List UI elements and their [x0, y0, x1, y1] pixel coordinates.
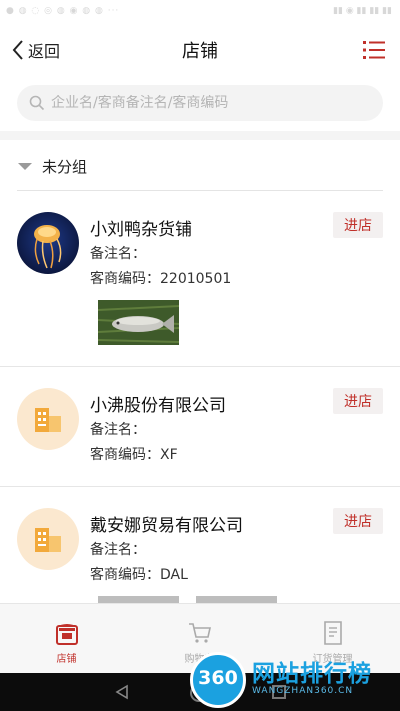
cart-icon — [189, 623, 211, 643]
nav-bar: 返回 店铺 — [0, 24, 400, 76]
jellyfish-image — [17, 212, 79, 274]
store-code: 客商编码：XF — [90, 447, 178, 463]
list-icon — [363, 41, 385, 59]
system-back-icon[interactable] — [114, 684, 130, 700]
store-item[interactable]: 小沸股份有限公司 备注名： 客商编码：XF 进店 — [0, 388, 400, 478]
store-avatar — [17, 212, 79, 274]
store-item[interactable]: 小刘鸭杂货铺 备注名： 客商编码：22010501 进店 — [0, 212, 400, 362]
watermark-number: 360 — [198, 667, 238, 689]
store-avatar — [17, 508, 79, 570]
store-name: 戴安娜贸易有限公司 — [90, 516, 243, 536]
tab-store[interactable]: 店铺 — [0, 604, 133, 674]
status-icons-right: ▮▮ ◉ ▮▮ ▮▮ ▮▮ — [333, 6, 392, 16]
store-name: 小沸股份有限公司 — [90, 396, 226, 416]
store-avatar — [17, 388, 79, 450]
divider — [0, 366, 400, 367]
search-icon — [29, 95, 45, 111]
page-title: 店铺 — [182, 41, 218, 62]
fish-photo — [98, 300, 179, 345]
store-remark: 备注名： — [90, 246, 146, 262]
store-code: 客商编码：DAL — [90, 567, 188, 583]
list-menu-button[interactable] — [362, 38, 386, 62]
watermark-title: 网站排行榜 — [252, 661, 372, 687]
store-remark: 备注名： — [90, 422, 146, 438]
document-icon — [324, 621, 342, 645]
status-icons-left: ● ◍ ◌ ◎ ◍ ◉ ◍ ◍ ··· — [6, 6, 120, 16]
divider — [17, 190, 383, 191]
group-header[interactable]: 未分组 — [0, 141, 400, 191]
tab-label: 店铺 — [56, 654, 77, 665]
building-icon — [35, 528, 61, 552]
store-name: 小刘鸭杂货铺 — [90, 220, 192, 240]
divider — [0, 486, 400, 487]
group-label: 未分组 — [42, 158, 88, 176]
watermark-url: WANGZHAN360.CN — [252, 686, 354, 696]
section-gap — [0, 131, 400, 140]
search-input[interactable] — [51, 95, 351, 111]
store-item[interactable]: 戴安娜贸易有限公司 备注名： 客商编码：DAL 进店 — [0, 508, 400, 616]
enter-store-button[interactable]: 进店 — [333, 212, 383, 238]
status-bar: ● ◍ ◌ ◎ ◍ ◉ ◍ ◍ ··· ▮▮ ◉ ▮▮ ▮▮ ▮▮ — [0, 0, 400, 24]
building-icon — [35, 408, 61, 432]
caret-down-icon — [18, 163, 32, 170]
enter-store-button[interactable]: 进店 — [333, 508, 383, 534]
enter-store-button[interactable]: 进店 — [333, 388, 383, 414]
store-icon — [56, 624, 78, 645]
store-remark: 备注名： — [90, 542, 146, 558]
search-bar — [17, 85, 383, 121]
store-code: 客商编码：22010501 — [90, 271, 232, 287]
watermark: 360 网站排行榜 WANGZHAN360.CN — [186, 650, 400, 710]
